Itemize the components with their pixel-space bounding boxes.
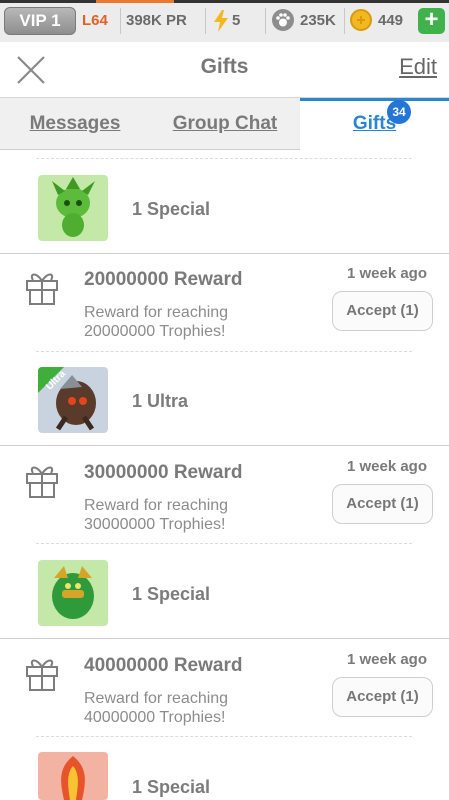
- description-line: Reward for reaching: [84, 497, 229, 514]
- vip-badge[interactable]: VIP 1: [4, 7, 76, 35]
- description-line: Reward for reaching: [84, 690, 229, 707]
- status-bar: VIP 1 L64 398K PR 5 235K 449 +: [0, 0, 449, 42]
- gift-box-icon: [26, 273, 58, 305]
- dashed-separator: [36, 543, 412, 544]
- tab-messages[interactable]: Messages: [0, 98, 150, 150]
- dashed-separator: [36, 736, 412, 737]
- separator: [344, 8, 345, 34]
- energy-count: 5: [232, 12, 241, 29]
- paw-icon: [272, 9, 294, 31]
- timestamp: 1 week ago: [346, 651, 427, 668]
- gift-box-icon: [26, 466, 58, 498]
- coin-count: 449: [378, 12, 404, 29]
- description-line: 20000000 Trophies!: [84, 323, 226, 340]
- xp-bar-fill: [96, 0, 174, 3]
- tab-gifts[interactable]: Gifts: [300, 98, 449, 150]
- player-level: L64: [82, 12, 108, 29]
- green-gold-monster-icon: [38, 560, 108, 626]
- armored-spike-monster-icon: Ultra: [38, 367, 108, 433]
- reward-description: Reward for reaching 20000000 Trophies!: [84, 303, 314, 341]
- accept-button[interactable]: Accept (1): [332, 677, 433, 717]
- dashed-separator: [36, 158, 412, 159]
- separator: [265, 8, 266, 34]
- xp-bar: [0, 0, 449, 3]
- item-label: 1 Special: [132, 199, 211, 219]
- reward-description: Reward for reaching 40000000 Trophies!: [84, 689, 314, 727]
- page-title: Gifts: [200, 55, 249, 78]
- gift-box-icon: [26, 659, 58, 691]
- reward-title: 30000000 Reward: [84, 462, 243, 483]
- energy-bolt-icon: [214, 10, 228, 32]
- gift-divider: [0, 638, 449, 639]
- gifts-count-badge: 34: [387, 100, 411, 124]
- green-leaf-monster-icon: [38, 175, 108, 241]
- description-line: 30000000 Trophies!: [84, 516, 226, 533]
- power-rating: 398K PR: [126, 12, 187, 29]
- reward-title: 20000000 Reward: [84, 269, 243, 290]
- gift-divider: [0, 445, 449, 446]
- item-label: 1 Special: [132, 584, 211, 604]
- item-label: 1 Special: [132, 777, 211, 797]
- fire-monster-icon: [38, 752, 108, 800]
- separator: [120, 8, 121, 34]
- tab-bar: Messages Group Chat Gifts: [0, 98, 449, 150]
- add-coins-button[interactable]: +: [418, 8, 445, 34]
- item-label: 1 Ultra: [132, 391, 189, 411]
- description-line: Reward for reaching: [84, 304, 229, 321]
- timestamp: 1 week ago: [346, 265, 427, 282]
- accept-button[interactable]: Accept (1): [332, 291, 433, 331]
- description-line: 40000000 Trophies!: [84, 709, 226, 726]
- separator: [205, 8, 206, 34]
- accept-button[interactable]: Accept (1): [332, 484, 433, 524]
- coin-icon: [350, 9, 372, 31]
- tab-group-chat[interactable]: Group Chat: [150, 98, 300, 150]
- header: Gifts Edit: [0, 42, 449, 98]
- paw-count: 235K: [300, 12, 336, 29]
- reward-title: 40000000 Reward: [84, 655, 243, 676]
- dashed-separator: [36, 351, 412, 352]
- gift-divider: [0, 253, 449, 254]
- timestamp: 1 week ago: [346, 458, 427, 475]
- edit-button[interactable]: Edit: [399, 54, 437, 80]
- reward-description: Reward for reaching 30000000 Trophies!: [84, 496, 314, 534]
